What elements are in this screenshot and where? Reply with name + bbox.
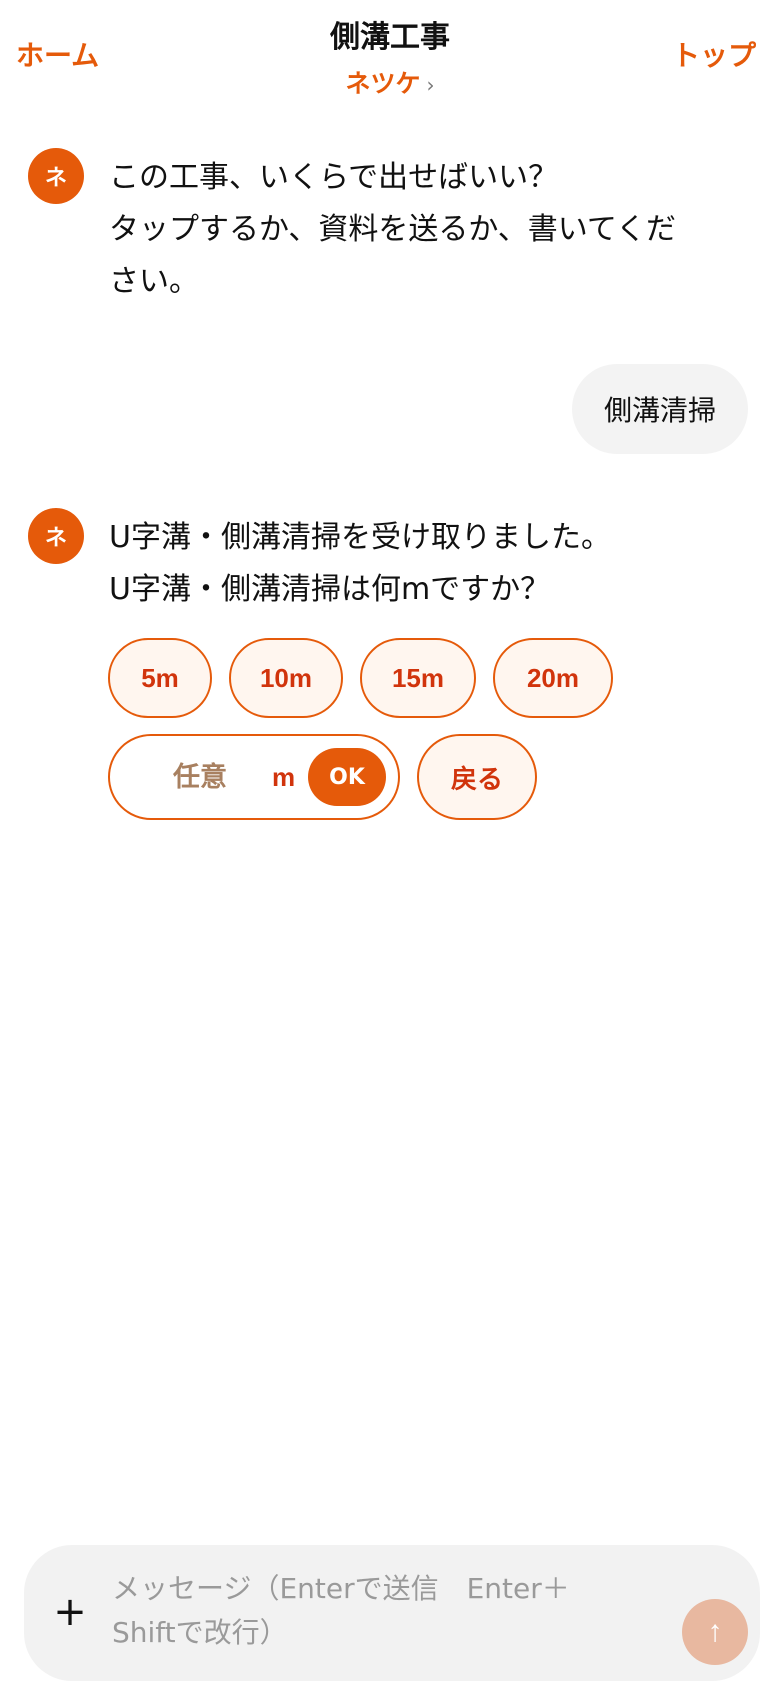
message-input[interactable] — [112, 1567, 632, 1663]
subtitle-link[interactable]: ネツケ › — [345, 64, 434, 100]
user-message-bubble: 側溝清掃 — [571, 364, 748, 454]
bot-avatar: ネ — [28, 508, 84, 564]
subtitle-label: ネツケ — [345, 70, 421, 98]
chip-5m[interactable]: 5m — [108, 638, 212, 718]
ok-button[interactable]: OK — [308, 748, 386, 806]
bot-message-text: U字溝・側溝清掃を受け取りました。 U字溝・側溝清掃は何mですか？ — [109, 512, 709, 616]
chip-20m[interactable]: 20m — [493, 638, 613, 718]
arrow-up-icon: ↑ — [707, 1615, 723, 1648]
user-message-text: 側溝清掃 — [603, 394, 716, 427]
message-line: さい。 — [109, 264, 199, 299]
bot-message: ネ この工事、いくらで出せばいい？ タップするか、資料を送るか、書いてくだ さい… — [28, 148, 748, 299]
chip-10m[interactable]: 10m — [229, 638, 343, 718]
custom-length-field: m OK — [108, 734, 400, 820]
custom-length-input[interactable] — [140, 754, 260, 800]
header: ホーム 側溝工事 ネツケ › トップ — [0, 0, 780, 110]
message-line: この工事、いくらで出せばいい？ — [109, 160, 559, 195]
bot-message-text: この工事、いくらで出せばいい？ タップするか、資料を送るか、書いてくだ さい。 — [109, 152, 709, 308]
title-block: 側溝工事 ネツケ › — [0, 12, 780, 100]
chat-screen: ホーム 側溝工事 ネツケ › トップ ネ この工事、いくらで出せばいい？ タップ… — [0, 0, 780, 1688]
message-line: U字溝・側溝清掃は何mですか？ — [109, 572, 551, 607]
chip-15m[interactable]: 15m — [360, 638, 476, 718]
message-line: U字溝・側溝清掃を受け取りました。 — [109, 520, 611, 555]
unit-label: m — [272, 762, 296, 792]
back-button[interactable]: 戻る — [417, 734, 537, 820]
custom-input-row: m OK 戻る — [108, 734, 537, 820]
bot-message: ネ U字溝・側溝清掃を受け取りました。 U字溝・側溝清掃は何mですか？ — [28, 508, 748, 618]
page-title: 側溝工事 — [330, 21, 450, 54]
quick-reply-chips: 5m 10m 15m 20m — [108, 638, 613, 718]
message-composer: + ↑ — [24, 1545, 760, 1681]
top-link[interactable]: トップ — [672, 34, 756, 74]
send-button[interactable]: ↑ — [682, 1599, 748, 1665]
chevron-right-icon: › — [426, 73, 435, 97]
bot-avatar: ネ — [28, 148, 84, 204]
plus-icon[interactable]: + — [50, 1589, 90, 1635]
message-line: タップするか、資料を送るか、書いてくだ — [109, 212, 676, 247]
